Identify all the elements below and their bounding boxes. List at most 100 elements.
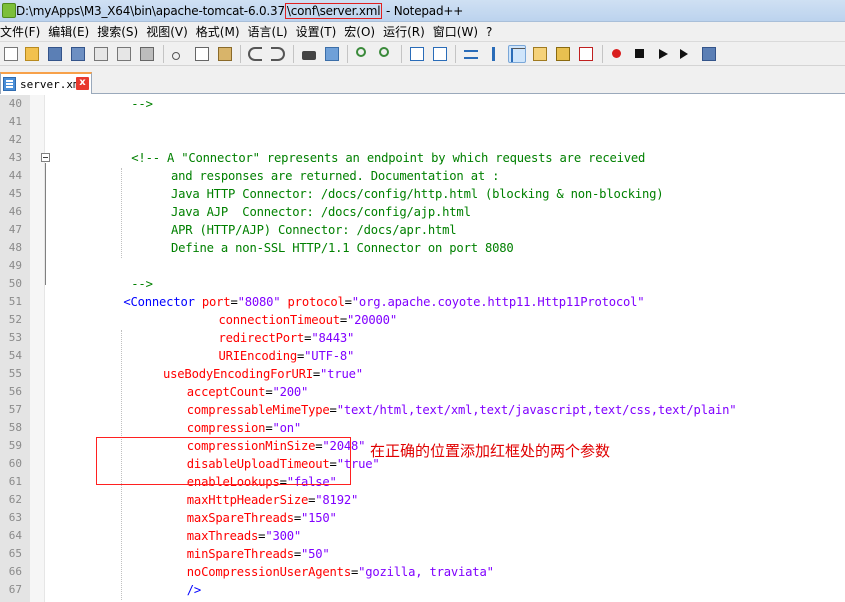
zoom-in-icon[interactable] xyxy=(354,45,372,63)
toolbar xyxy=(0,42,845,66)
code-line: 63 maxSpareThreads="150" xyxy=(0,510,845,528)
play-macro-icon[interactable] xyxy=(654,45,672,63)
tab-server-xml[interactable]: server.xml x xyxy=(0,72,92,94)
line-number: 55 xyxy=(8,367,22,380)
doc-map-icon[interactable] xyxy=(554,45,572,63)
code-token: Define a non-SSL HTTP/1.1 Connector on p… xyxy=(170,241,514,255)
code-token: connectionTimeout xyxy=(218,313,341,327)
sync-vertical-icon[interactable] xyxy=(408,45,426,63)
annotation-note: 在正确的位置添加红框处的两个参数 xyxy=(370,442,611,460)
code-token: "8192" xyxy=(315,493,359,507)
toolbar-separator xyxy=(293,45,294,63)
code-token: "8080" xyxy=(237,295,281,309)
stop-record-icon[interactable] xyxy=(631,45,649,63)
line-number: 51 xyxy=(8,295,22,308)
word-wrap-icon[interactable] xyxy=(462,45,480,63)
line-number: 48 xyxy=(8,241,22,254)
close-tab-icon[interactable]: x xyxy=(76,77,89,90)
record-macro-icon[interactable] xyxy=(608,45,626,63)
redo-icon[interactable] xyxy=(269,45,287,63)
save-macro-icon[interactable] xyxy=(700,45,718,63)
code-line: 55 useBodyEncodingForURI="true" xyxy=(0,366,845,384)
undo-icon[interactable] xyxy=(246,45,264,63)
save-icon[interactable] xyxy=(46,45,64,63)
code-line: 42 xyxy=(0,132,845,150)
line-number: 58 xyxy=(8,421,22,434)
code-token: and responses are returned. Documentatio… xyxy=(170,169,500,183)
code-token: maxSpareThreads xyxy=(186,511,294,525)
menu-format[interactable]: 格式(M) xyxy=(193,22,245,42)
user-language-icon[interactable] xyxy=(531,45,549,63)
save-all-icon[interactable] xyxy=(69,45,87,63)
menu-help[interactable]: ? xyxy=(483,22,497,42)
menu-file[interactable]: 文件(F) xyxy=(0,22,45,42)
run-macro-multiple-icon[interactable] xyxy=(677,45,695,63)
menu-run[interactable]: 运行(R) xyxy=(380,22,430,42)
window-title: D:\myApps\M3_X64\bin\apache-tomcat-6.0.3… xyxy=(16,3,463,19)
function-list-icon[interactable] xyxy=(577,45,595,63)
line-code: redirectPort="8443" xyxy=(219,331,355,345)
fold-toggle-icon[interactable] xyxy=(41,153,50,162)
sync-horizontal-icon[interactable] xyxy=(431,45,449,63)
line-number: 54 xyxy=(8,349,22,362)
close-icon[interactable] xyxy=(92,45,110,63)
code-token: useBodyEncodingForURI xyxy=(163,367,313,381)
line-code: minSpareThreads="50" xyxy=(187,547,330,561)
new-file-icon[interactable] xyxy=(2,45,20,63)
print-icon[interactable] xyxy=(138,45,156,63)
line-code: Java AJP Connector: /docs/config/ajp.htm… xyxy=(171,205,471,219)
line-number: 63 xyxy=(8,511,22,524)
replace-icon[interactable] xyxy=(323,45,341,63)
line-code: compressableMimeType="text/html,text/xml… xyxy=(187,403,737,417)
line-code: maxHttpHeaderSize="8192" xyxy=(187,493,359,507)
code-token: "UTF-8" xyxy=(304,349,355,363)
menu-settings[interactable]: 设置(T) xyxy=(293,22,342,42)
code-line: 64 maxThreads="300" xyxy=(0,528,845,546)
toolbar-separator xyxy=(602,45,603,63)
menu-window[interactable]: 窗口(W) xyxy=(430,22,483,42)
code-line: 43 <!-- A "Connector" represents an endpo… xyxy=(0,150,845,168)
toolbar-separator xyxy=(455,45,456,63)
code-token: noCompressionUserAgents xyxy=(186,565,351,579)
code-token: protocol xyxy=(287,295,345,309)
toolbar-separator xyxy=(401,45,402,63)
code-token: = xyxy=(329,403,337,417)
code-line: 47 APR (HTTP/AJP) Connector: /docs/apr.ht… xyxy=(0,222,845,240)
find-icon[interactable] xyxy=(300,45,318,63)
code-token: <Connector xyxy=(123,295,202,309)
open-file-icon[interactable] xyxy=(23,45,41,63)
line-code: --> xyxy=(131,277,153,291)
line-number: 53 xyxy=(8,331,22,344)
code-line: 56 acceptCount="200" xyxy=(0,384,845,402)
line-number: 40 xyxy=(8,97,22,110)
code-line: 54 URIEncoding="UTF-8" xyxy=(0,348,845,366)
code-line: 62 maxHttpHeaderSize="8192" xyxy=(0,492,845,510)
menu-language[interactable]: 语言(L) xyxy=(245,22,293,42)
indent-guide-icon[interactable] xyxy=(508,45,526,63)
code-line: 66 noCompressionUserAgents="gozilla, trav… xyxy=(0,564,845,582)
paste-icon[interactable] xyxy=(216,45,234,63)
menu-macro[interactable]: 宏(O) xyxy=(341,22,380,42)
zoom-out-icon[interactable] xyxy=(377,45,395,63)
line-code: maxThreads="300" xyxy=(187,529,301,543)
line-code: noCompressionUserAgents="gozilla, travia… xyxy=(187,565,494,579)
menu-edit[interactable]: 编辑(E) xyxy=(45,22,94,42)
line-number: 52 xyxy=(8,313,22,326)
code-token: /> xyxy=(186,583,202,597)
notepadpp-app-icon[interactable] xyxy=(2,3,16,18)
line-number: 57 xyxy=(8,403,22,416)
code-token: <!-- A "Connector" represents an endpoin… xyxy=(131,151,646,165)
menu-view[interactable]: 视图(V) xyxy=(143,22,193,42)
cut-icon[interactable] xyxy=(170,45,188,63)
menu-search[interactable]: 搜索(S) xyxy=(94,22,143,42)
show-all-chars-icon[interactable] xyxy=(485,45,503,63)
line-number: 43 xyxy=(8,151,22,164)
code-line: 40 --> xyxy=(0,96,845,114)
code-line: 48 Define a non-SSL HTTP/1.1 Connector on… xyxy=(0,240,845,258)
line-number: 45 xyxy=(8,187,22,200)
close-all-icon[interactable] xyxy=(115,45,133,63)
menu-bar: 文件(F) 编辑(E) 搜索(S) 视图(V) 格式(M) 语言(L) 设置(T… xyxy=(0,22,845,42)
copy-icon[interactable] xyxy=(193,45,211,63)
code-editor[interactable]: 40 --> 41 42 43 <!-- A "Connector" represents… xyxy=(0,95,845,602)
code-token: = xyxy=(344,295,352,309)
